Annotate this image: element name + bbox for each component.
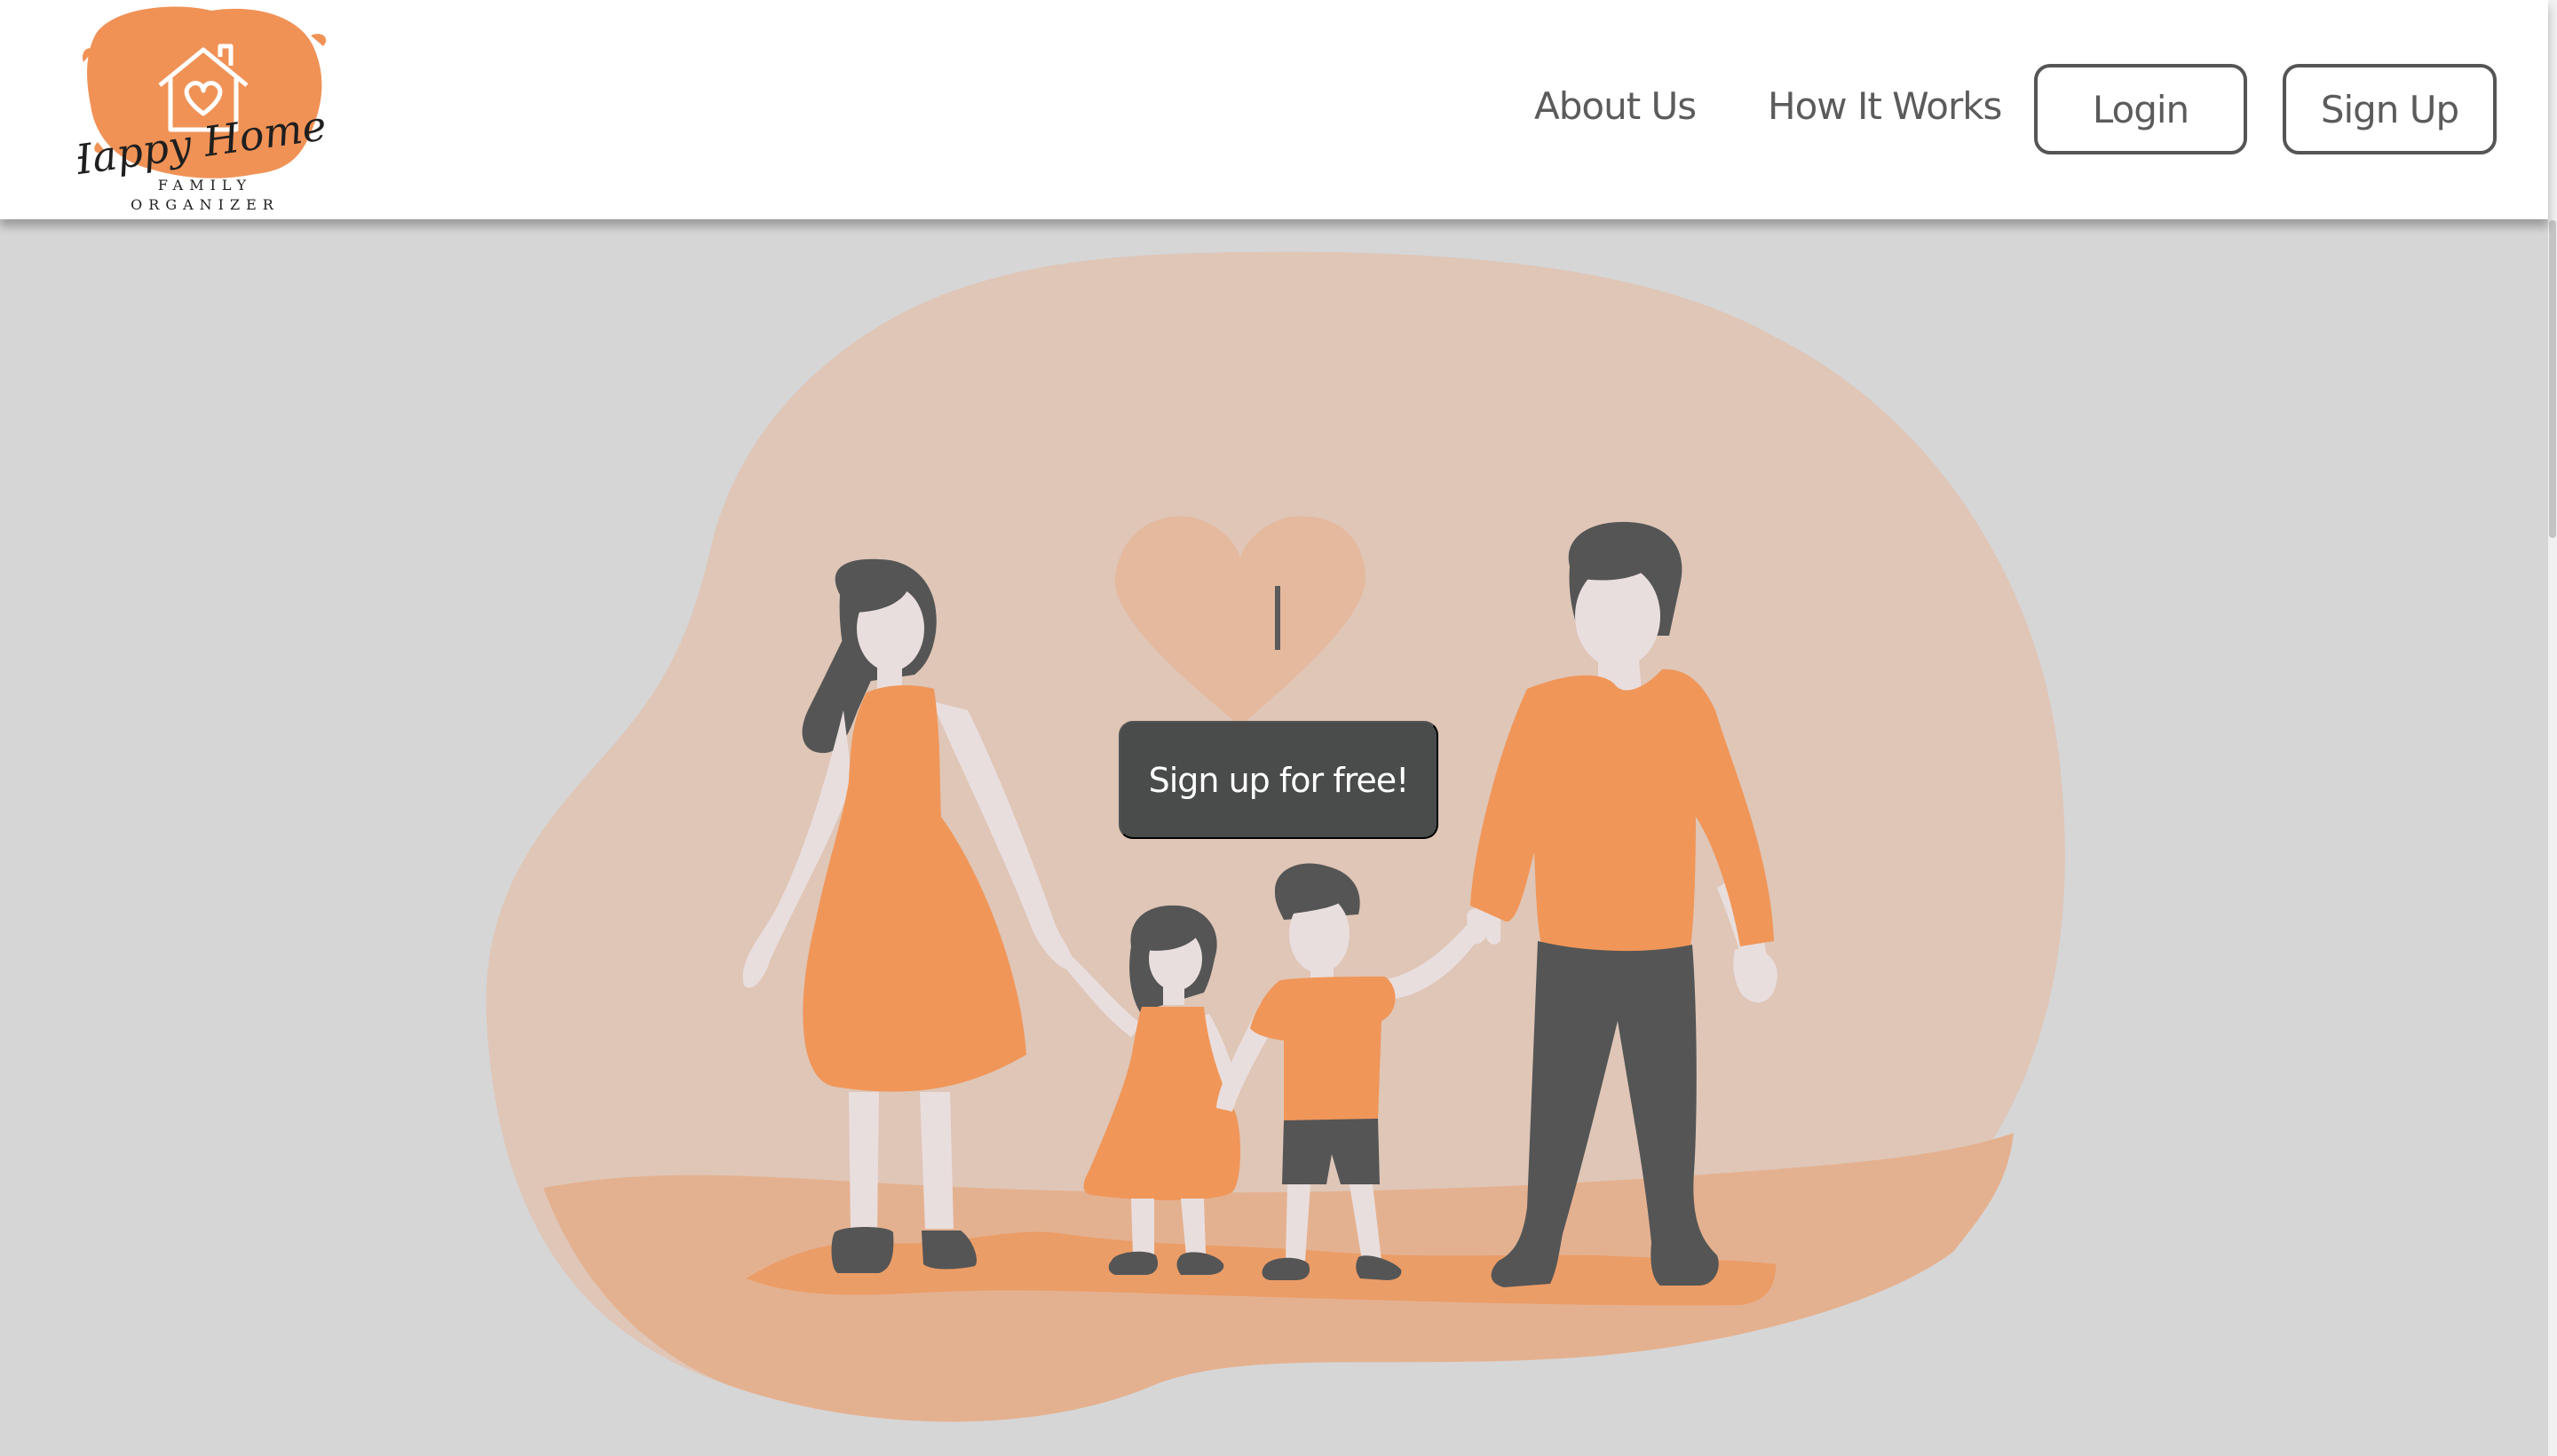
page-scrollbar-track[interactable] xyxy=(2548,0,2557,1456)
nav-about-us-link[interactable]: About Us xyxy=(1534,80,1697,133)
sign-up-free-button[interactable]: Sign up for free! xyxy=(1119,721,1438,839)
top-navbar: Happy Home FAMILY ORGANIZER About Us How… xyxy=(0,0,2548,219)
logo-line2-text: ORGANIZER xyxy=(131,196,280,213)
page-scrollbar-thumb[interactable] xyxy=(2549,220,2556,538)
login-button[interactable]: Login xyxy=(2034,64,2247,154)
nav-how-it-works-link[interactable]: How It Works xyxy=(1768,80,2002,133)
happy-home-logo[interactable]: Happy Home FAMILY ORGANIZER xyxy=(78,0,336,218)
sign-up-button[interactable]: Sign Up xyxy=(2283,64,2497,154)
text-cursor-caret xyxy=(1275,586,1280,650)
logo-line1-text: FAMILY xyxy=(158,177,252,194)
